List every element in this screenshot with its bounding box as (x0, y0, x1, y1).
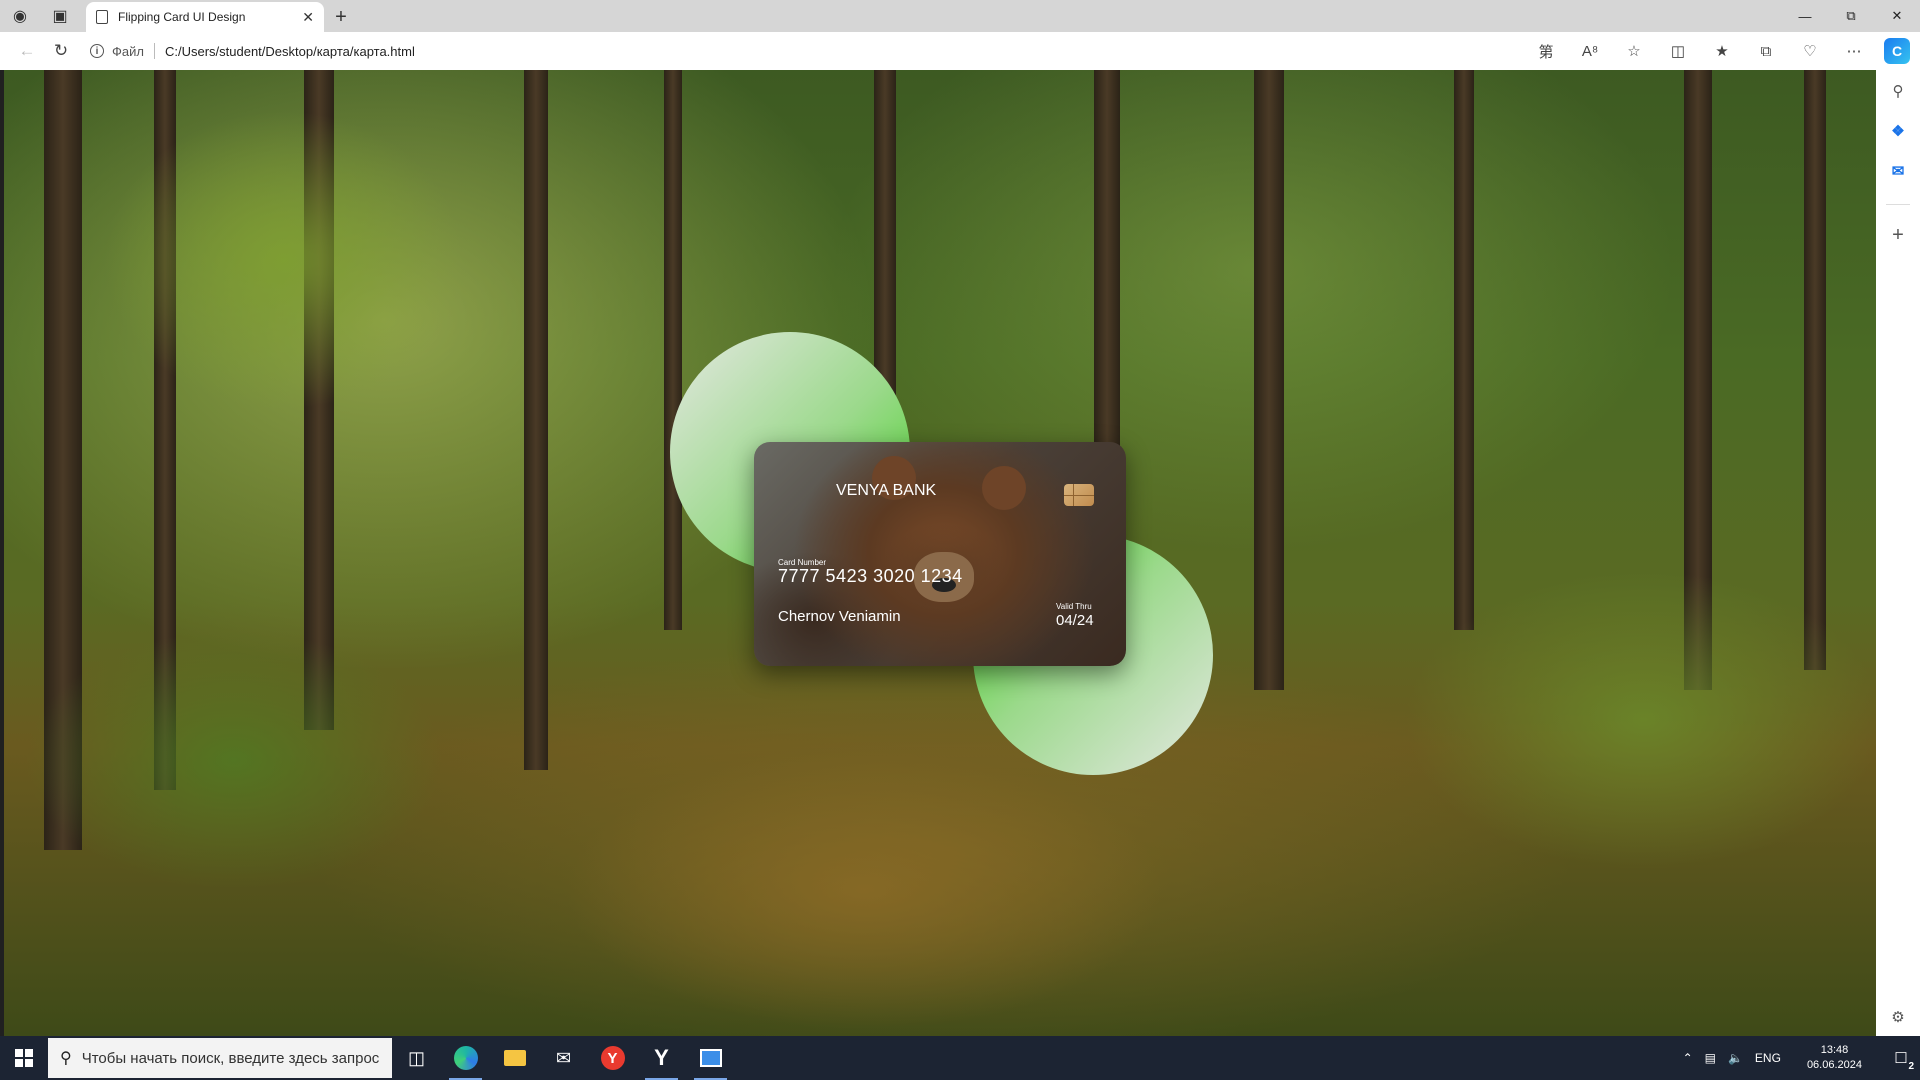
taskbar-mail[interactable]: ✉ (539, 1036, 588, 1080)
refresh-button[interactable]: ↻ (44, 36, 78, 66)
taskbar-edge[interactable] (441, 1036, 490, 1080)
yandex-icon: Y (600, 1046, 625, 1070)
copilot-icon[interactable]: C (1884, 38, 1910, 64)
sidebar-shopping-icon[interactable]: ❖ (1876, 114, 1920, 148)
translate-icon[interactable]: 第 (1524, 36, 1568, 66)
taskbar: ⚲ Чтобы начать поиск, введите здесь запр… (0, 1036, 1920, 1080)
url-field[interactable]: i Файл C:/Users/student/Desktop/карта/ка… (90, 36, 415, 66)
window-controls: — ⧉ ✕ (1782, 0, 1920, 32)
favorite-star-icon[interactable]: ☆ (1612, 36, 1656, 66)
restore-icon[interactable]: ⧉ (1828, 0, 1874, 32)
clock[interactable]: 13:48 06.06.2024 (1801, 1043, 1868, 1073)
more-menu-icon[interactable]: ⋯ (1832, 36, 1876, 66)
yandex-browser-icon: Y (654, 1045, 669, 1070)
info-icon[interactable]: i (90, 44, 104, 58)
close-window-icon[interactable]: ✕ (1874, 0, 1920, 32)
start-button[interactable] (0, 1036, 48, 1080)
card-holder-name: Chernov Veniamin (778, 608, 901, 625)
address-bar: ← ↻ i Файл C:/Users/student/Desktop/карт… (0, 32, 1920, 70)
tray-chevron-icon[interactable]: ⌃ (1683, 1051, 1693, 1065)
sidebar-outlook-icon[interactable]: ✉ (1876, 154, 1920, 188)
bank-card[interactable]: VENYA BANK Card Number 7777 5423 3020 12… (754, 442, 1126, 666)
tab-active[interactable]: Flipping Card UI Design ✕ (86, 2, 324, 32)
split-screen-icon[interactable]: ◫ (1656, 36, 1700, 66)
browser-essentials-icon[interactable]: ♡ (1788, 36, 1832, 66)
sidebar-settings-icon[interactable]: ⚙ (1876, 1000, 1920, 1034)
back-button[interactable]: ← (10, 36, 44, 66)
sidebar-add-icon[interactable]: + (1876, 218, 1920, 252)
language-indicator[interactable]: ENG (1755, 1051, 1781, 1065)
window-app-icon (699, 1049, 722, 1067)
taskbar-yandex-browser[interactable]: Y (637, 1036, 686, 1080)
taskbar-file-explorer[interactable] (490, 1036, 539, 1080)
card-chip-icon (1064, 484, 1094, 506)
valid-thru-date: 04/24 (1056, 612, 1094, 629)
notifications-button[interactable]: ☐ 2 (1882, 1036, 1920, 1080)
volume-icon[interactable]: 🔈 (1728, 1051, 1743, 1065)
bank-name: VENYA BANK (836, 482, 937, 499)
sidebar-search-icon[interactable]: ⚲ (1876, 74, 1920, 108)
valid-thru-label: Valid Thru (1056, 602, 1092, 611)
system-tray: ⌃ ▤ 🔈 ENG 13:48 06.06.2024 ☐ 2 (1677, 1036, 1920, 1080)
mail-icon: ✉ (555, 1047, 572, 1068)
taskbar-app-window[interactable] (686, 1036, 735, 1080)
url-separator (153, 43, 155, 59)
profile-icon[interactable]: ◉ (0, 0, 40, 32)
taskbar-search-input[interactable]: ⚲ Чтобы начать поиск, введите здесь запр… (48, 1038, 392, 1078)
tab-bar: ◉ ▣ Flipping Card UI Design ✕ + — ⧉ ✕ (0, 0, 1920, 32)
card-number: 7777 5423 3020 1234 (778, 566, 963, 586)
url-scheme: Файл (112, 43, 144, 59)
read-aloud-icon[interactable]: A⁸ (1568, 36, 1612, 66)
network-icon[interactable]: ▤ (1705, 1051, 1716, 1065)
search-placeholder: Чтобы начать поиск, введите здесь запрос (81, 1049, 380, 1067)
collections-icon[interactable]: ⧉ (1744, 36, 1788, 66)
minimize-icon[interactable]: — (1782, 0, 1828, 32)
browser-toolbar: 第 A⁸ ☆ ◫ ★ ⧉ ♡ ⋯ C (1524, 36, 1920, 66)
notification-icon: ☐ (1894, 1050, 1908, 1067)
tab-title: Flipping Card UI Design (118, 10, 246, 24)
favorites-icon[interactable]: ★ (1700, 36, 1744, 66)
sidebar-divider (1886, 204, 1910, 205)
edge-icon (453, 1046, 478, 1070)
page-viewport: VENYA BANK Card Number 7777 5423 3020 12… (4, 70, 1876, 1036)
tab-actions-icon[interactable]: ▣ (40, 0, 80, 32)
task-view-button[interactable]: ◫ (392, 1036, 441, 1080)
page-icon (96, 10, 108, 24)
notification-count: 2 (1908, 1061, 1914, 1072)
clock-time: 13:48 (1820, 1044, 1849, 1056)
windows-logo-icon (15, 1049, 33, 1067)
clock-date: 06.06.2024 (1806, 1059, 1862, 1071)
folder-icon (503, 1050, 526, 1066)
url-text: C:/Users/student/Desktop/карта/карта.htm… (164, 43, 415, 59)
edge-sidebar: ⚲ ❖ ✉ + ⚙ (1876, 70, 1920, 1036)
taskbar-yandex[interactable]: Y (588, 1036, 637, 1080)
new-tab-button[interactable]: + (324, 2, 358, 32)
search-icon: ⚲ (60, 1050, 72, 1067)
close-tab-icon[interactable]: ✕ (302, 9, 314, 26)
